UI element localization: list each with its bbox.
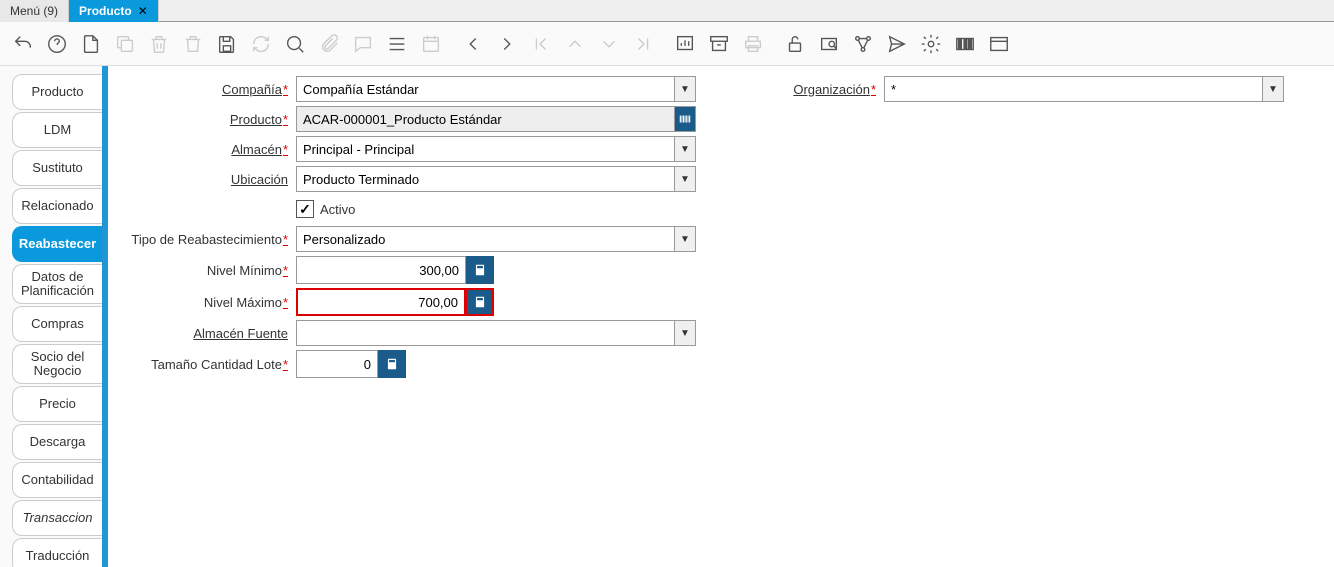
first-icon (526, 29, 556, 59)
field-nivel-maximo[interactable] (296, 288, 496, 316)
input-tamano-lote[interactable] (296, 350, 378, 378)
input-organizacion[interactable] (884, 76, 1262, 102)
dropdown-organizacion-icon[interactable]: ▼ (1262, 76, 1284, 102)
label-ubicacion: Ubicación (120, 172, 290, 187)
next-icon[interactable] (492, 29, 522, 59)
request-icon[interactable] (882, 29, 912, 59)
label-activo: Activo (320, 202, 355, 217)
input-ubicacion[interactable] (296, 166, 674, 192)
copy-icon (110, 29, 140, 59)
dropdown-tipo-reab-icon[interactable]: ▼ (674, 226, 696, 252)
last-icon (628, 29, 658, 59)
dropdown-ubicacion-icon[interactable]: ▼ (674, 166, 696, 192)
input-nivel-minimo[interactable] (296, 256, 466, 284)
window-tab-producto[interactable]: Producto ✕ (69, 0, 159, 22)
label-organizacion: Organización* (748, 82, 878, 97)
sidetab-socio-negocio[interactable]: Socio del Negocio (12, 344, 102, 384)
prev-parent-icon (560, 29, 590, 59)
gear-icon[interactable] (916, 29, 946, 59)
window-tab-producto-label: Producto (79, 4, 132, 18)
label-producto: Producto* (120, 112, 290, 127)
input-nivel-maximo[interactable] (296, 288, 466, 316)
sidetab-contabilidad[interactable]: Contabilidad (12, 462, 102, 498)
label-nivel-maximo: Nivel Máximo* (120, 295, 290, 310)
sidetab-compras[interactable]: Compras (12, 306, 102, 342)
comment-icon (348, 29, 378, 59)
calculator-nivel-min-icon[interactable] (466, 256, 494, 284)
sidetab-producto[interactable]: Producto (12, 74, 102, 110)
delete-selection-icon (178, 29, 208, 59)
input-compania[interactable] (296, 76, 674, 102)
window-tab-menu-label: Menú (9) (10, 4, 58, 18)
field-tipo-reabastecimiento[interactable]: ▼ (296, 226, 696, 252)
archive-icon[interactable] (704, 29, 734, 59)
window-tab-menu[interactable]: Menú (9) (0, 0, 69, 22)
field-almacen[interactable]: ▼ (296, 136, 696, 162)
new-icon[interactable] (76, 29, 106, 59)
label-almacen-fuente: Almacén Fuente (120, 326, 290, 341)
input-almacen-fuente[interactable] (296, 320, 674, 346)
dropdown-almacen-icon[interactable]: ▼ (674, 136, 696, 162)
sidetab-datos-planificacion[interactable]: Datos de Planificación (12, 264, 102, 304)
lookup-producto-icon[interactable] (674, 106, 696, 132)
checkbox-activo[interactable] (296, 200, 314, 218)
refresh-icon (246, 29, 276, 59)
print-icon (738, 29, 768, 59)
field-nivel-minimo[interactable] (296, 256, 496, 284)
field-producto[interactable] (296, 106, 696, 132)
field-compania[interactable]: ▼ (296, 76, 696, 102)
field-almacen-fuente[interactable]: ▼ (296, 320, 696, 346)
lock-icon[interactable] (780, 29, 810, 59)
sidetab-traduccion[interactable]: Traducción (12, 538, 102, 567)
dropdown-almacen-fuente-icon[interactable]: ▼ (674, 320, 696, 346)
label-compania: Compañía* (120, 82, 290, 97)
grid-toggle-icon[interactable] (382, 29, 412, 59)
input-almacen[interactable] (296, 136, 674, 162)
calculator-tamano-lote-icon[interactable] (378, 350, 406, 378)
report-icon[interactable] (670, 29, 700, 59)
sidetab-reabastecer[interactable]: Reabastecer (12, 226, 102, 262)
field-organizacion[interactable]: ▼ (884, 76, 1284, 102)
label-almacen: Almacén* (120, 142, 290, 157)
attach-icon (314, 29, 344, 59)
label-nivel-minimo: Nivel Mínimo* (120, 263, 290, 278)
sidetab-sustituto[interactable]: Sustituto (12, 150, 102, 186)
history-icon (416, 29, 446, 59)
product-info-icon[interactable] (950, 29, 980, 59)
label-tamano-lote: Tamaño Cantidad Lote* (120, 357, 290, 372)
sidetab-transaccion[interactable]: Transaccion (12, 500, 102, 536)
prev-icon[interactable] (458, 29, 488, 59)
workflow-icon[interactable] (848, 29, 878, 59)
search-icon[interactable] (280, 29, 310, 59)
sidetab-precio[interactable]: Precio (12, 386, 102, 422)
delete-icon (144, 29, 174, 59)
save-icon[interactable] (212, 29, 242, 59)
close-tab-icon[interactable]: ✕ (138, 4, 148, 18)
undo-icon[interactable] (8, 29, 38, 59)
dropdown-compania-icon[interactable]: ▼ (674, 76, 696, 102)
calculator-nivel-max-icon[interactable] (466, 288, 494, 316)
label-tipo-reabastecimiento: Tipo de Reabastecimiento* (120, 232, 290, 247)
help-icon[interactable] (42, 29, 72, 59)
zoom-across-icon[interactable] (814, 29, 844, 59)
input-tipo-reabastecimiento[interactable] (296, 226, 674, 252)
sidetab-ldm[interactable]: LDM (12, 112, 102, 148)
input-producto (296, 106, 674, 132)
field-ubicacion[interactable]: ▼ (296, 166, 696, 192)
sidetab-descarga[interactable]: Descarga (12, 424, 102, 460)
next-parent-icon (594, 29, 624, 59)
sidetab-relacionado[interactable]: Relacionado (12, 188, 102, 224)
customize-icon[interactable] (984, 29, 1014, 59)
field-tamano-lote[interactable] (296, 350, 406, 378)
